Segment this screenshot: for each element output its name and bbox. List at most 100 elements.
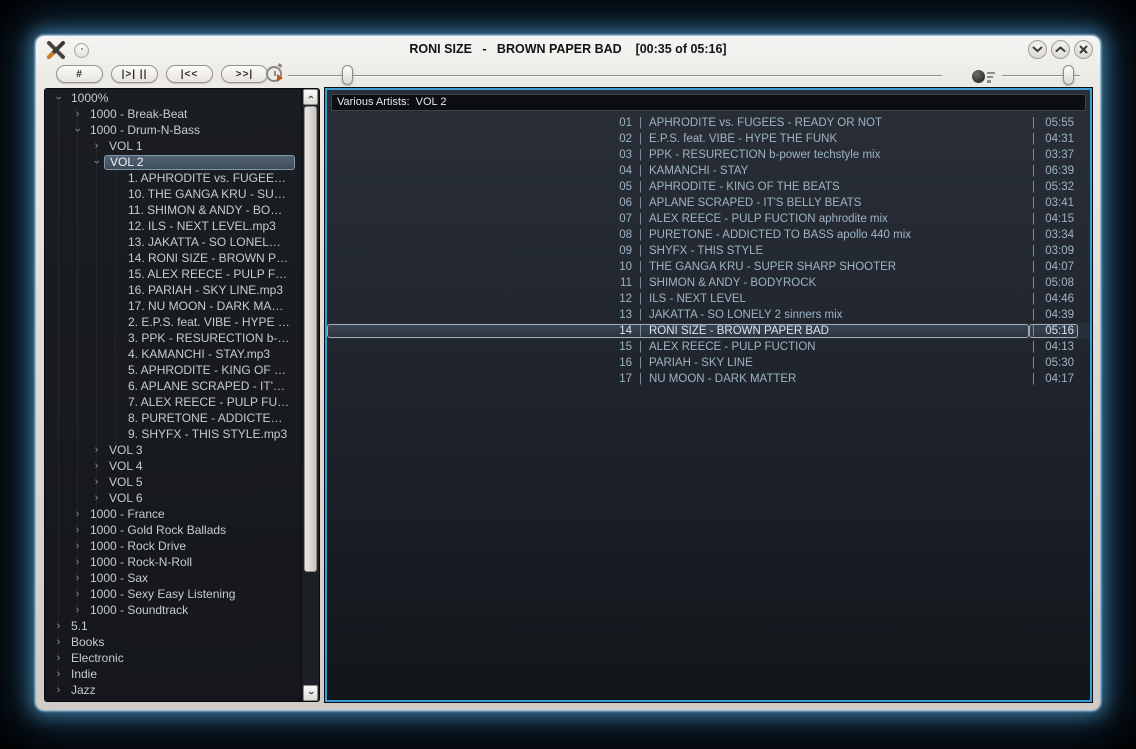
menu-dot-button[interactable] (74, 43, 89, 58)
tree-item[interactable]: › 6. APLANE SCRAPED - IT'… (45, 378, 301, 394)
tree-item[interactable]: › 16. PARIAH - SKY LINE.mp3 (45, 282, 301, 298)
playlist-row[interactable]: 15 | ALEX REECE - PULP FUCTION | 04:13 (327, 339, 1090, 355)
chevron-icon[interactable]: › (70, 587, 85, 601)
playlist-row[interactable]: 16 | PARIAH - SKY LINE | 05:30 (327, 355, 1090, 371)
tree-item[interactable]: › 1000% (45, 90, 301, 106)
transport-buttons: # |>| || |<< >>| (56, 65, 268, 83)
chevron-icon[interactable]: › (70, 539, 85, 553)
tree-item[interactable]: › 1000 - Soundtrack (45, 602, 301, 618)
tree-item[interactable]: › 10. THE GANGA KRU - SU… (45, 186, 301, 202)
chevron-icon[interactable]: › (70, 107, 85, 121)
tree-item[interactable]: › 4. KAMANCHI - STAY.mp3 (45, 346, 301, 362)
tree-item[interactable]: › 13. JAKATTA - SO LONEL… (45, 234, 301, 250)
playlist-row[interactable]: 02 | E.P.S. feat. VIBE - HYPE THE FUNK |… (327, 131, 1090, 147)
playlist-row-time: | 04:07 (1029, 260, 1078, 274)
chevron-icon[interactable]: › (51, 635, 66, 649)
tree-item[interactable]: › VOL 1 (45, 138, 301, 154)
tree-item[interactable]: › 8. PURETONE - ADDICTE… (45, 410, 301, 426)
tree-item[interactable]: › 17. NU MOON - DARK MA… (45, 298, 301, 314)
tree-item[interactable]: › 15. ALEX REECE - PULP F… (45, 266, 301, 282)
tree-item[interactable]: › 5.1 (45, 618, 301, 634)
titlebar[interactable]: RONI SIZE - BROWN PAPER BAD [00:35 of 05… (36, 36, 1100, 62)
close-button[interactable] (1074, 40, 1093, 59)
playlist-row[interactable]: 14 | RONI SIZE - BROWN PAPER BAD | 05:16 (327, 323, 1090, 339)
tree-item[interactable]: › 12. ILS - NEXT LEVEL.mp3 (45, 218, 301, 234)
scroll-up-button[interactable]: › (303, 89, 318, 105)
playlist-row[interactable]: 09 | SHYFX - THIS STYLE | 03:09 (327, 243, 1090, 259)
volume-slider-handle[interactable] (1063, 65, 1074, 85)
playlist-row[interactable]: 17 | NU MOON - DARK MATTER | 04:17 (327, 371, 1090, 387)
tree-item[interactable]: › 14. RONI SIZE - BROWN P… (45, 250, 301, 266)
seek-slider-handle[interactable] (342, 65, 353, 85)
chevron-icon[interactable]: › (52, 91, 66, 106)
chevron-icon[interactable]: › (89, 475, 104, 489)
playlist-row[interactable]: 06 | APLANE SCRAPED - IT'S BELLY BEATS |… (327, 195, 1090, 211)
playlist-row[interactable]: 13 | JAKATTA - SO LONELY 2 sinners mix |… (327, 307, 1090, 323)
tree-item[interactable]: › 1000 - Gold Rock Ballads (45, 522, 301, 538)
tree-item[interactable]: › 1. APHRODITE vs. FUGEE… (45, 170, 301, 186)
playlist-row[interactable]: 05 | APHRODITE - KING OF THE BEATS | 05:… (327, 179, 1090, 195)
stopwatch-icon[interactable] (266, 66, 282, 82)
playlist-row[interactable]: 01 | APHRODITE vs. FUGEES - READY OR NOT… (327, 115, 1090, 131)
chevron-icon[interactable]: › (89, 443, 104, 457)
chevron-icon[interactable]: › (51, 619, 66, 633)
chevron-icon[interactable]: › (51, 683, 66, 697)
tree-item[interactable]: › 1000 - Sax (45, 570, 301, 586)
tree-item[interactable]: › VOL 3 (45, 442, 301, 458)
tree-item[interactable]: › Jazz (45, 682, 301, 698)
tree-item[interactable]: › 11. SHIMON & ANDY - BO… (45, 202, 301, 218)
tree-item[interactable]: › Indie (45, 666, 301, 682)
play-pause-button[interactable]: |>| || (111, 65, 158, 83)
minimize-button[interactable] (1028, 40, 1047, 59)
tree-item[interactable]: › 1000 - Rock Drive (45, 538, 301, 554)
tree-item[interactable]: › VOL 6 (45, 490, 301, 506)
playlist-row[interactable]: 04 | KAMANCHI - STAY | 06:39 (327, 163, 1090, 179)
track-title: NU MOON - DARK MATTER (649, 373, 1028, 385)
tree-item[interactable]: › VOL 4 (45, 458, 301, 474)
tree-item[interactable]: › 3. PPK - RESURECTION b-… (45, 330, 301, 346)
chevron-icon[interactable]: › (51, 651, 66, 665)
chevron-icon[interactable]: › (89, 459, 104, 473)
chevron-icon[interactable]: › (70, 571, 85, 585)
tree-item[interactable]: › Electronic (45, 650, 301, 666)
next-track-button[interactable]: >>| (221, 65, 268, 83)
maximize-button[interactable] (1051, 40, 1070, 59)
chevron-icon[interactable]: › (51, 667, 66, 681)
tree-scrollbar[interactable]: › › (301, 89, 319, 701)
tree-item-label: 1000 - France (85, 507, 170, 521)
playlist-row[interactable]: 03 | PPK - RESURECTION b-power techstyle… (327, 147, 1090, 163)
tree-item[interactable]: › VOL 5 (45, 474, 301, 490)
chevron-icon[interactable]: › (70, 507, 85, 521)
scrollbar-thumb[interactable] (304, 106, 317, 572)
playlist-row[interactable]: 07 | ALEX REECE - PULP FUCTION aphrodite… (327, 211, 1090, 227)
volume-slider[interactable] (1002, 64, 1080, 86)
chevron-icon[interactable]: › (89, 139, 104, 153)
chevron-icon[interactable]: › (71, 123, 85, 138)
tree-item[interactable]: › 5. APHRODITE - KING OF … (45, 362, 301, 378)
chevron-icon[interactable]: › (89, 491, 104, 505)
chevron-icon[interactable]: › (70, 603, 85, 617)
tree-item[interactable]: › VOL 2 (45, 154, 301, 170)
tree-item[interactable]: › 1000 - Rock-N-Roll (45, 554, 301, 570)
chevron-icon[interactable]: › (70, 555, 85, 569)
chevron-icon[interactable]: › (70, 523, 85, 537)
tree-item[interactable]: › 7. ALEX REECE - PULP FU… (45, 394, 301, 410)
seek-slider[interactable] (288, 64, 942, 86)
tree-item[interactable]: › 1000 - Break-Beat (45, 106, 301, 122)
playlist-row[interactable]: 12 | ILS - NEXT LEVEL | 04:46 (327, 291, 1090, 307)
tree-item[interactable]: › 1000 - Sexy Easy Listening (45, 586, 301, 602)
playlist-row[interactable]: 08 | PURETONE - ADDICTED TO BASS apollo … (327, 227, 1090, 243)
tree-item[interactable]: › 1000 - France (45, 506, 301, 522)
tree-item[interactable]: › 1000 - Drum-N-Bass (45, 122, 301, 138)
playlist-row[interactable]: 11 | SHIMON & ANDY - BODYROCK | 05:08 (327, 275, 1090, 291)
scroll-down-button[interactable]: › (303, 685, 318, 701)
tree-item[interactable]: › 9. SHYFX - THIS STYLE.mp3 (45, 426, 301, 442)
tree-item[interactable]: › 2. E.P.S. feat. VIBE - HYPE … (45, 314, 301, 330)
chevron-icon[interactable]: › (90, 155, 104, 170)
tree-item[interactable]: › Books (45, 634, 301, 650)
playlist-row-main: 09 | SHYFX - THIS STYLE (327, 244, 1029, 258)
playlist-row[interactable]: 10 | THE GANGA KRU - SUPER SHARP SHOOTER… (327, 259, 1090, 275)
previous-track-button[interactable]: |<< (166, 65, 213, 83)
tree-item-label: 1000 - Soundtrack (85, 603, 193, 617)
playlist-mode-button[interactable]: # (56, 65, 103, 83)
